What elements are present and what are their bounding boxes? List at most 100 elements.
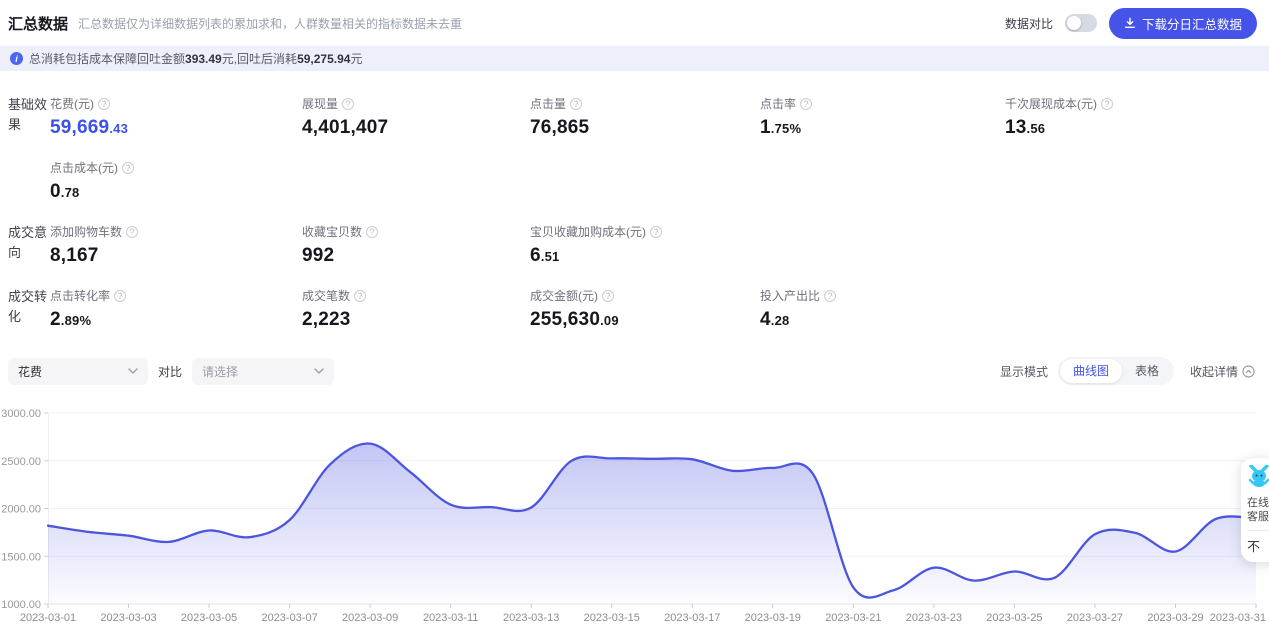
metric-value: 2.89% — [50, 309, 92, 330]
metric-value: 6.51 — [530, 245, 560, 266]
data-compare-toggle[interactable] — [1064, 14, 1097, 32]
mode-line-chart[interactable]: 曲线图 — [1059, 359, 1122, 383]
metric-label: 千次展现成本(元) — [1005, 97, 1097, 111]
metric-value: 992 — [302, 245, 335, 266]
chevron-down-icon — [314, 368, 324, 374]
help-icon[interactable]: ? — [1101, 97, 1113, 110]
help-icon[interactable]: ? — [126, 225, 139, 238]
y-axis-tick-label: 1500.00 — [1, 551, 41, 563]
x-axis-tick-label: 2023-03-17 — [664, 612, 720, 624]
help-icon[interactable]: ? — [366, 225, 379, 238]
metric-label: 点击量 — [530, 97, 567, 111]
metric-card: 点击转化率? 2.89% — [50, 287, 302, 331]
metric-card: 点击率? 1.75% — [760, 95, 1005, 139]
area-fill — [48, 443, 1256, 604]
compare-label: 对比 — [158, 364, 183, 379]
help-icon[interactable]: ? — [342, 97, 355, 110]
metric-value: 2,223 — [302, 309, 351, 330]
mode-table[interactable]: 表格 — [1122, 359, 1172, 383]
metric-label: 点击成本(元) — [50, 161, 118, 175]
collapse-details-label: 收起详情 — [1189, 364, 1238, 379]
info-icon: i — [10, 52, 23, 65]
metric-card: 投入产出比? 4.28 — [760, 287, 1005, 331]
help-icon[interactable]: ? — [98, 97, 110, 110]
metric-card: 宝贝收藏加购成本(元)? 6.51 — [530, 223, 760, 267]
metric-label: 点击转化率 — [50, 289, 111, 303]
toggle-knob — [1066, 16, 1081, 30]
banner-text: 总消耗包括成本保障回吐金额393.49元,回吐后消耗59,275.94元 — [29, 52, 363, 66]
metric-card: 成交笔数? 2,223 — [302, 287, 530, 331]
metric-select[interactable]: 花费 — [8, 357, 148, 385]
metric-row: 花费(元)? 59,669.43 展现量? 4,401,407 点击量? 76,865 点击… — [50, 95, 1269, 159]
metric-value: 4,401,407 — [302, 117, 389, 138]
chevron-down-icon — [128, 368, 138, 374]
help-icon[interactable]: ? — [114, 289, 127, 302]
data-compare-label: 数据对比 — [1004, 16, 1053, 31]
help-icon[interactable]: ? — [570, 97, 583, 110]
help-icon[interactable]: ? — [122, 161, 134, 174]
spend-trend-chart[interactable]: 1000.00 1500.00 2000.00 2500.00 3000.00 2023-… — [0, 399, 1269, 635]
metric-label: 展现量 — [302, 97, 339, 111]
info-banner: i 总消耗包括成本保障回吐金额393.49元,回吐后消耗59,275.94元 — [0, 46, 1269, 71]
x-axis-tick-label: 2023-03-07 — [261, 612, 317, 624]
x-axis-tick-label: 2023-03-27 — [1067, 612, 1123, 624]
metric-row: 点击成本(元)? 0.78 — [50, 159, 1269, 223]
metric-label: 收藏宝贝数 — [302, 225, 363, 239]
chart-toolbar: 花费 对比 请选择 显示模式 曲线图 表格 收起详情 — [0, 351, 1269, 387]
metric-label: 成交金额(元) — [530, 289, 598, 303]
compare-select-placeholder: 请选择 — [202, 364, 239, 379]
metric-card: 收藏宝贝数? 992 — [302, 223, 530, 267]
page-subtitle: 汇总数据仅为详细数据列表的累加求和，人群数量相关的指标数据未去重 — [78, 16, 463, 31]
header: 汇总数据 汇总数据仅为详细数据列表的累加求和，人群数量相关的指标数据未去重 数据… — [0, 0, 1269, 46]
metric-card: 点击成本(元)? 0.78 — [50, 159, 302, 203]
metric-value: 13.56 — [1005, 117, 1046, 138]
y-axis-tick-label: 3000.00 — [1, 408, 41, 420]
x-axis-tick-label: 2023-03-05 — [181, 612, 237, 624]
x-axis-tick-label: 2023-03-31 — [1210, 612, 1266, 624]
widget-more-label[interactable]: 不 — [1247, 536, 1269, 555]
metric-section: 成交意向 添加购物车数? 8,167 收藏宝贝数? 992 宝贝收藏加购成本(元)? 6.5… — [0, 223, 1269, 287]
x-axis-tick-label: 2023-03-29 — [1147, 612, 1203, 624]
widget-divider — [1247, 530, 1269, 531]
x-axis-tick-label: 2023-03-19 — [745, 612, 801, 624]
section-label: 成交意向 — [8, 225, 48, 260]
metric-value: 255,630.09 — [530, 309, 619, 330]
metric-card: 添加购物车数? 8,167 — [50, 223, 302, 267]
x-axis-tick-label: 2023-03-25 — [986, 612, 1042, 624]
x-axis-tick-label: 2023-03-13 — [503, 612, 559, 624]
metric-value: 76,865 — [530, 117, 590, 138]
customer-service-widget[interactable]: 在线 客服 不 — [1241, 458, 1269, 562]
x-axis-tick-label: 2023-03-23 — [906, 612, 962, 624]
metric-card: 千次展现成本(元)? 13.56 — [1005, 95, 1269, 139]
metric-card: 展现量? 4,401,407 — [302, 95, 530, 139]
x-axis-tick-label: 2023-03-09 — [342, 612, 398, 624]
collapse-details-button[interactable]: 收起详情 — [1190, 363, 1255, 380]
mascot-icon — [1248, 464, 1269, 487]
x-axis-tick-label: 2023-03-11 — [423, 612, 478, 624]
metric-card: 点击量? 76,865 — [530, 95, 760, 139]
compare-select[interactable]: 请选择 — [192, 357, 335, 385]
display-mode-label: 显示模式 — [999, 364, 1048, 379]
help-icon[interactable]: ? — [650, 225, 662, 238]
metric-label: 成交笔数 — [302, 289, 351, 303]
help-icon[interactable]: ? — [602, 289, 614, 302]
y-axis-tick-label: 1000.00 — [1, 599, 41, 611]
x-axis-tick-label: 2023-03-15 — [584, 612, 640, 624]
x-axis-tick-label: 2023-03-01 — [20, 612, 76, 624]
metric-row: 点击转化率? 2.89% 成交笔数? 2,223 成交金额(元)? 255,630.09 投… — [50, 287, 1269, 351]
display-mode-segmented-control: 曲线图 表格 — [1057, 357, 1174, 385]
metric-value: 59,669.43 — [50, 117, 128, 138]
metric-label: 点击率 — [760, 97, 797, 111]
metric-value: 0.78 — [50, 181, 80, 202]
metric-row: 添加购物车数? 8,167 收藏宝贝数? 992 宝贝收藏加购成本(元)? 6.51 — [50, 223, 1269, 287]
page-title: 汇总数据 — [8, 15, 69, 33]
section-label: 成交转化 — [8, 289, 48, 324]
download-button-label: 下载分日汇总数据 — [1141, 17, 1242, 32]
help-icon[interactable]: ? — [354, 289, 367, 302]
summary-metrics: 基础效果 花费(元)? 59,669.43 展现量? 4,401,407 点击量? 76,8… — [0, 71, 1269, 351]
download-daily-summary-button[interactable]: 下载分日汇总数据 — [1108, 7, 1257, 39]
help-icon[interactable]: ? — [824, 289, 837, 302]
help-icon[interactable]: ? — [800, 97, 813, 110]
download-icon — [1124, 17, 1136, 29]
chevron-up-circle-icon — [1242, 364, 1255, 378]
